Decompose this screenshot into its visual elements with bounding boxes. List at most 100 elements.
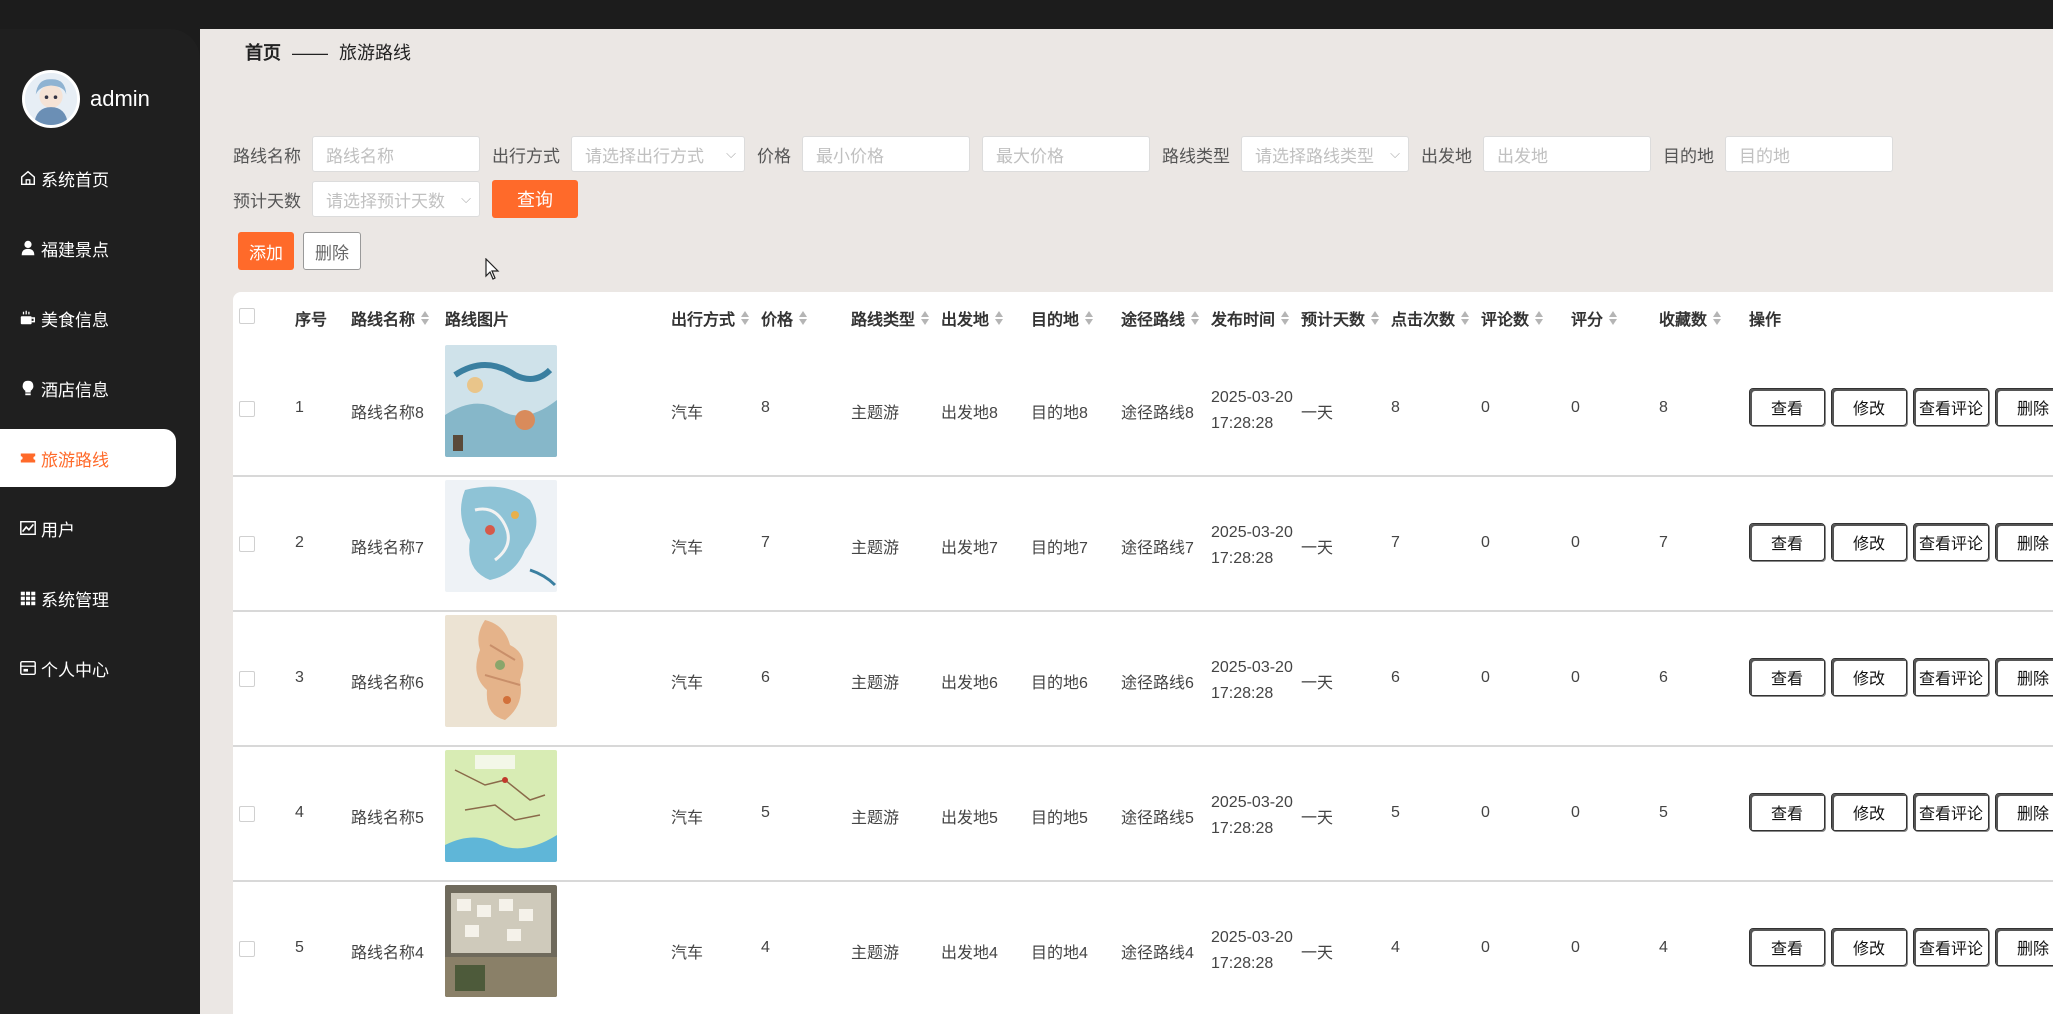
delete-button[interactable]: 删除 xyxy=(1995,928,2053,966)
travel-mode-select[interactable]: 请选择出行方式 ⌵ xyxy=(571,136,745,172)
route-image[interactable] xyxy=(445,615,557,727)
col-dest[interactable]: 目的地 xyxy=(1031,306,1094,330)
col-days[interactable]: 预计天数 xyxy=(1301,306,1380,330)
table-row: 4 路线名称5 汽车 5 主题游 出发地5 目的地5 途径路线5 2025-03… xyxy=(233,747,2053,882)
col-comments[interactable]: 评论数 xyxy=(1481,306,1544,330)
bulb-icon xyxy=(18,378,38,398)
sort-icon xyxy=(1371,310,1380,326)
col-time[interactable]: 发布时间 xyxy=(1211,306,1290,330)
edit-button[interactable]: 修改 xyxy=(1831,793,1907,831)
sidebar-item-hotels[interactable]: 酒店信息 xyxy=(0,359,176,417)
col-ops: 操作 xyxy=(1749,312,1782,329)
view-button[interactable]: 查看 xyxy=(1749,793,1825,831)
delete-button[interactable]: 删除 xyxy=(1995,523,2053,561)
sidebar-item-system[interactable]: 系统管理 xyxy=(0,569,176,627)
cell-time: 2025-03-20 17:28:28 xyxy=(1211,524,1293,567)
edit-button[interactable]: 修改 xyxy=(1831,658,1907,696)
cell-comments: 0 xyxy=(1481,939,1490,956)
row-checkbox[interactable] xyxy=(239,941,255,957)
view-button[interactable]: 查看 xyxy=(1749,523,1825,561)
sort-icon xyxy=(421,310,430,326)
origin-input[interactable]: 出发地 xyxy=(1483,136,1651,172)
select-all-checkbox[interactable] xyxy=(239,308,255,324)
sidebar-item-label: 旅游路线 xyxy=(41,450,109,470)
view-button[interactable]: 查看 xyxy=(1749,658,1825,696)
delete-button[interactable]: 删除 xyxy=(1995,658,2053,696)
row-checkbox[interactable] xyxy=(239,401,255,417)
chevron-down-icon: ⌵ xyxy=(461,191,471,206)
cell-index: 3 xyxy=(295,669,304,686)
row-checkbox[interactable] xyxy=(239,536,255,552)
edit-button[interactable]: 修改 xyxy=(1831,523,1907,561)
destination-input[interactable]: 目的地 xyxy=(1725,136,1893,172)
sidebar: admin 系统首页 福建景点 美食信息 酒店信息 旅游路线 用户 系统管理 个… xyxy=(0,29,200,1014)
cell-favs: 5 xyxy=(1659,804,1668,821)
min-price-input[interactable]: 最小价格 xyxy=(802,136,970,172)
table-header: 序号 路线名称 路线图片 出行方式 价格 路线类型 出发地 目的地 途径路线 发… xyxy=(233,292,2053,342)
sort-icon xyxy=(1713,310,1722,326)
route-image[interactable] xyxy=(445,480,557,592)
cell-name: 路线名称6 xyxy=(351,675,424,692)
col-favs[interactable]: 收藏数 xyxy=(1659,306,1722,330)
route-type-select[interactable]: 请选择路线类型 ⌵ xyxy=(1241,136,1409,172)
view-button[interactable]: 查看 xyxy=(1749,388,1825,426)
user-icon xyxy=(18,238,38,258)
col-price[interactable]: 价格 xyxy=(761,306,808,330)
col-origin[interactable]: 出发地 xyxy=(941,306,1004,330)
breadcrumb-home[interactable]: 首页 xyxy=(245,43,281,63)
sidebar-item-food[interactable]: 美食信息 xyxy=(0,289,176,347)
view-comments-button[interactable]: 查看评论 xyxy=(1913,658,1989,696)
edit-button[interactable]: 修改 xyxy=(1831,928,1907,966)
sidebar-item-routes[interactable]: 旅游路线 xyxy=(0,429,176,487)
sidebar-item-users[interactable]: 用户 xyxy=(0,499,176,557)
cell-clicks: 8 xyxy=(1391,399,1400,416)
col-mode[interactable]: 出行方式 xyxy=(671,306,750,330)
query-button[interactable]: 查询 xyxy=(492,180,578,218)
col-name[interactable]: 路线名称 xyxy=(351,306,430,330)
route-image[interactable] xyxy=(445,885,557,997)
chevron-down-icon: ⌵ xyxy=(1390,146,1400,161)
edit-button[interactable]: 修改 xyxy=(1831,388,1907,426)
cell-time: 2025-03-20 17:28:28 xyxy=(1211,929,1293,972)
filter-row-1: 路线名称 路线名称 出行方式 请选择出行方式 ⌵ 价格 最小价格 最大价格 路线类… xyxy=(233,136,1893,172)
view-comments-button[interactable]: 查看评论 xyxy=(1913,523,1989,561)
sidebar-item-attractions[interactable]: 福建景点 xyxy=(0,219,176,277)
col-score[interactable]: 评分 xyxy=(1571,306,1618,330)
max-price-input[interactable]: 最大价格 xyxy=(982,136,1150,172)
delete-button[interactable]: 删除 xyxy=(1995,388,2053,426)
view-comments-button[interactable]: 查看评论 xyxy=(1913,793,1989,831)
sidebar-item-label: 美食信息 xyxy=(41,310,109,330)
col-via[interactable]: 途径路线 xyxy=(1121,306,1200,330)
route-image[interactable] xyxy=(445,345,557,457)
window-top-bar xyxy=(0,0,2053,29)
cell-name: 路线名称7 xyxy=(351,540,424,557)
home-icon xyxy=(18,168,38,188)
cell-dest: 目的地8 xyxy=(1031,405,1088,422)
col-type[interactable]: 路线类型 xyxy=(851,306,930,330)
route-image[interactable] xyxy=(445,750,557,862)
cell-score: 0 xyxy=(1571,939,1580,956)
delete-button[interactable]: 删除 xyxy=(1995,793,2053,831)
col-image: 路线图片 xyxy=(445,312,510,329)
route-name-input[interactable]: 路线名称 xyxy=(312,136,480,172)
days-select[interactable]: 请选择预计天数 ⌵ xyxy=(312,181,480,217)
sidebar-item-home[interactable]: 系统首页 xyxy=(0,149,176,207)
view-comments-button[interactable]: 查看评论 xyxy=(1913,388,1989,426)
add-button[interactable]: 添加 xyxy=(238,232,294,270)
cell-days: 一天 xyxy=(1301,945,1334,962)
sidebar-item-profile[interactable]: 个人中心 xyxy=(0,639,176,697)
cell-price: 5 xyxy=(761,804,770,821)
user-profile[interactable]: admin xyxy=(22,69,150,129)
bulk-delete-button[interactable]: 删除 xyxy=(303,232,361,270)
cell-origin: 出发地7 xyxy=(941,540,998,557)
view-button[interactable]: 查看 xyxy=(1749,928,1825,966)
col-clicks[interactable]: 点击次数 xyxy=(1391,306,1470,330)
destination-label: 目的地 xyxy=(1663,146,1714,166)
cell-score: 0 xyxy=(1571,669,1580,686)
chevron-down-icon: ⌵ xyxy=(726,146,736,161)
row-checkbox[interactable] xyxy=(239,806,255,822)
row-checkbox[interactable] xyxy=(239,671,255,687)
cell-via: 途径路线7 xyxy=(1121,540,1194,557)
cell-via: 途径路线4 xyxy=(1121,945,1194,962)
view-comments-button[interactable]: 查看评论 xyxy=(1913,928,1989,966)
